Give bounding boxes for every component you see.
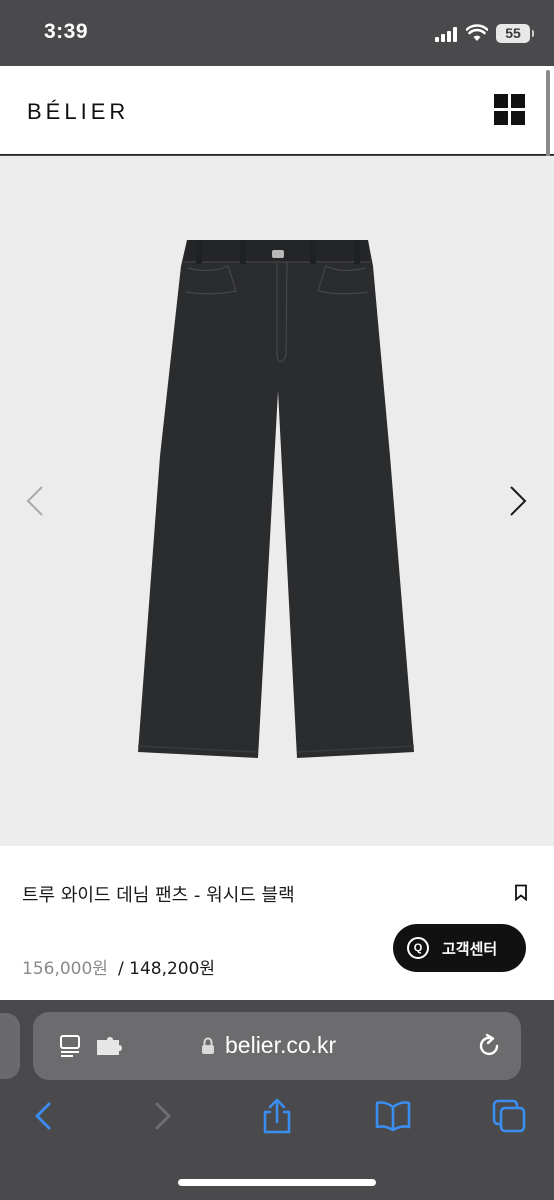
q-icon: Q: [407, 937, 429, 959]
url-text[interactable]: belier.co.kr: [225, 1032, 336, 1059]
product-photo-jeans: [137, 240, 415, 758]
status-bar: 3:39 55: [0, 0, 554, 66]
reload-icon[interactable]: [476, 1032, 502, 1060]
bookmarks-icon[interactable]: [375, 1098, 411, 1134]
price-original: 156,000원: [22, 959, 108, 979]
chevron-left-icon[interactable]: [20, 481, 50, 521]
address-bar[interactable]: belier.co.kr: [33, 1012, 521, 1080]
customer-center-label: 고객센터: [442, 939, 498, 958]
extension-icon[interactable]: [95, 1036, 123, 1056]
status-time: 3:39: [44, 20, 89, 43]
brand-logo[interactable]: BÉLIER: [27, 99, 129, 125]
grid-menu-icon[interactable]: [494, 94, 525, 125]
customer-center-button[interactable]: Q 고객센터: [393, 924, 526, 972]
share-icon[interactable]: [259, 1098, 295, 1134]
previous-tab-peek[interactable]: [0, 1013, 20, 1079]
bookmark-icon[interactable]: [514, 884, 528, 901]
product-image-gallery[interactable]: [0, 156, 554, 846]
product-info: 트루 와이드 데님 팬츠 - 워시드 블랙 156,000원 / 148,200…: [0, 846, 554, 1000]
tabs-icon[interactable]: [491, 1098, 527, 1134]
back-icon[interactable]: [27, 1098, 63, 1134]
wifi-icon: [466, 24, 488, 41]
browser-bottom-bar: belier.co.kr: [0, 1000, 554, 1200]
battery-indicator: 55: [496, 24, 534, 43]
lock-icon: [202, 1037, 214, 1054]
home-indicator: [178, 1179, 376, 1186]
chevron-right-icon[interactable]: [503, 481, 533, 521]
price-sale: / 148,200원: [118, 959, 216, 979]
forward-icon[interactable]: [145, 1098, 181, 1134]
cellular-signal-icon: [435, 27, 459, 42]
site-header: BÉLIER: [0, 66, 554, 155]
product-name: 트루 와이드 데님 팬츠 - 워시드 블랙: [22, 885, 295, 906]
reader-mode-icon[interactable]: [59, 1034, 83, 1058]
